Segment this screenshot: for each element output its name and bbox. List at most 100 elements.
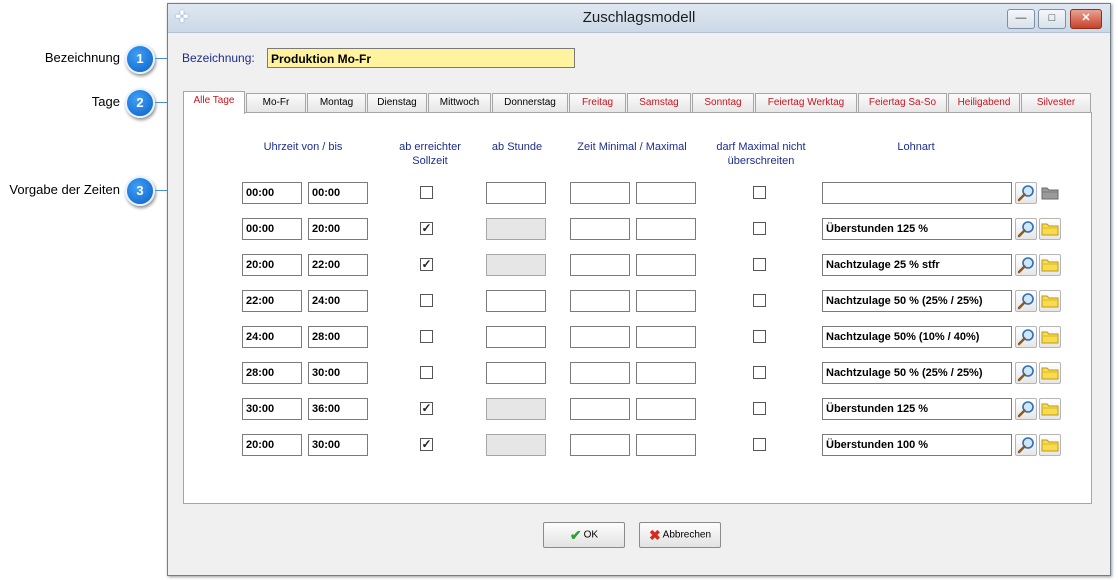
von-input[interactable]: 00:00 <box>242 218 302 240</box>
sollzeit-checkbox[interactable] <box>420 294 433 307</box>
lohnart-folder-button[interactable] <box>1039 362 1061 384</box>
tab-mittwoch[interactable]: Mittwoch <box>428 93 491 112</box>
lohnart-search-button[interactable] <box>1015 254 1037 276</box>
cancel-button[interactable]: ✖ Abbrechen <box>639 522 721 548</box>
von-input[interactable]: 22:00 <box>242 290 302 312</box>
tab-sonntag[interactable]: Sonntag <box>692 93 754 112</box>
lohnart-search-button[interactable] <box>1015 218 1037 240</box>
von-input[interactable]: 30:00 <box>242 398 302 420</box>
von-input[interactable]: 00:00 <box>242 182 302 204</box>
zeit-minimal-input[interactable] <box>570 182 630 204</box>
lohnart-field[interactable]: Überstunden 125 % <box>822 398 1012 420</box>
tab-silvester[interactable]: Silvester <box>1021 93 1091 112</box>
bis-input[interactable]: 36:00 <box>308 398 368 420</box>
ab-stunde-input[interactable] <box>486 182 546 204</box>
tab-heiligabend[interactable]: Heiligabend <box>948 93 1020 112</box>
von-input[interactable]: 24:00 <box>242 326 302 348</box>
zeit-minimal-input[interactable] <box>570 362 630 384</box>
von-input[interactable]: 28:00 <box>242 362 302 384</box>
nicht-ueberschreiten-checkbox[interactable] <box>753 222 766 235</box>
bis-input[interactable]: 28:00 <box>308 326 368 348</box>
lohnart-folder-button[interactable] <box>1039 398 1061 420</box>
von-input[interactable]: 20:00 <box>242 434 302 456</box>
tab-freitag[interactable]: Freitag <box>569 93 626 112</box>
nicht-ueberschreiten-checkbox[interactable] <box>753 330 766 343</box>
ok-button[interactable]: ✔ OK <box>543 522 625 548</box>
lohnart-folder-button[interactable] <box>1039 218 1061 240</box>
ab-stunde-input[interactable] <box>486 326 546 348</box>
bis-input[interactable]: 24:00 <box>308 290 368 312</box>
zeit-maximal-input[interactable] <box>636 362 696 384</box>
tab-feiertag-sa-so[interactable]: Feiertag Sa-So <box>858 93 947 112</box>
title-bar[interactable]: ✜ Zuschlagsmodell — □ ✕ <box>168 4 1110 33</box>
lohnart-search-button[interactable] <box>1015 398 1037 420</box>
zeit-minimal-input[interactable] <box>570 326 630 348</box>
nicht-ueberschreiten-checkbox[interactable] <box>753 438 766 451</box>
zeit-minimal-input[interactable] <box>570 434 630 456</box>
lohnart-search-button[interactable] <box>1015 290 1037 312</box>
lohnart-field[interactable]: Nachtzulage 50 % (25% / 25%) <box>822 362 1012 384</box>
ab-stunde-input[interactable] <box>486 398 546 420</box>
tab-dienstag[interactable]: Dienstag <box>367 93 427 112</box>
bis-input[interactable]: 22:00 <box>308 254 368 276</box>
lohnart-field[interactable] <box>822 182 1012 204</box>
bis-input[interactable]: 00:00 <box>308 182 368 204</box>
zeit-maximal-input[interactable] <box>636 398 696 420</box>
sollzeit-checkbox[interactable] <box>420 366 433 379</box>
zeit-minimal-input[interactable] <box>570 398 630 420</box>
lohnart-search-button[interactable] <box>1015 362 1037 384</box>
tab-samstag[interactable]: Samstag <box>627 93 691 112</box>
sollzeit-checkbox[interactable]: ✓ <box>420 402 433 415</box>
zeit-maximal-input[interactable] <box>636 326 696 348</box>
ab-stunde-input[interactable] <box>486 290 546 312</box>
tab-donnerstag[interactable]: Donnerstag <box>492 93 568 112</box>
lohnart-folder-button[interactable] <box>1039 182 1061 204</box>
lohnart-field[interactable]: Nachtzulage 25 % stfr <box>822 254 1012 276</box>
lohnart-field[interactable]: Nachtzulage 50% (10% / 40%) <box>822 326 1012 348</box>
bis-input[interactable]: 30:00 <box>308 434 368 456</box>
lohnart-folder-button[interactable] <box>1039 326 1061 348</box>
zeit-maximal-input[interactable] <box>636 254 696 276</box>
ab-stunde-input[interactable] <box>486 434 546 456</box>
zeit-maximal-input[interactable] <box>636 218 696 240</box>
sollzeit-checkbox[interactable] <box>420 186 433 199</box>
bezeichnung-input[interactable]: Produktion Mo-Fr <box>267 48 575 68</box>
nicht-ueberschreiten-checkbox[interactable] <box>753 366 766 379</box>
bis-input[interactable]: 30:00 <box>308 362 368 384</box>
sollzeit-checkbox[interactable]: ✓ <box>420 258 433 271</box>
lohnart-search-button[interactable] <box>1015 182 1037 204</box>
maximize-button[interactable]: □ <box>1038 9 1066 29</box>
nicht-ueberschreiten-checkbox[interactable] <box>753 294 766 307</box>
nicht-ueberschreiten-checkbox[interactable] <box>753 186 766 199</box>
lohnart-search-button[interactable] <box>1015 434 1037 456</box>
tab-alle-tage[interactable]: Alle Tage <box>183 91 245 114</box>
ab-stunde-input[interactable] <box>486 218 546 240</box>
nicht-ueberschreiten-checkbox[interactable] <box>753 258 766 271</box>
lohnart-folder-button[interactable] <box>1039 254 1061 276</box>
zeit-maximal-input[interactable] <box>636 434 696 456</box>
ab-stunde-input[interactable] <box>486 254 546 276</box>
lohnart-search-button[interactable] <box>1015 326 1037 348</box>
lohnart-field[interactable]: Nachtzulage 50 % (25% / 25%) <box>822 290 1012 312</box>
sollzeit-checkbox[interactable] <box>420 330 433 343</box>
sollzeit-checkbox[interactable]: ✓ <box>420 222 433 235</box>
nicht-ueberschreiten-checkbox[interactable] <box>753 402 766 415</box>
sollzeit-checkbox[interactable]: ✓ <box>420 438 433 451</box>
lohnart-folder-button[interactable] <box>1039 434 1061 456</box>
tab-mo-fr[interactable]: Mo-Fr <box>246 93 306 112</box>
minimize-button[interactable]: — <box>1007 9 1035 29</box>
zeit-maximal-input[interactable] <box>636 182 696 204</box>
ab-stunde-input[interactable] <box>486 362 546 384</box>
bis-input[interactable]: 20:00 <box>308 218 368 240</box>
zeit-minimal-input[interactable] <box>570 254 630 276</box>
zeit-minimal-input[interactable] <box>570 218 630 240</box>
zeit-maximal-input[interactable] <box>636 290 696 312</box>
close-button[interactable]: ✕ <box>1070 9 1102 29</box>
lohnart-folder-button[interactable] <box>1039 290 1061 312</box>
tab-montag[interactable]: Montag <box>307 93 366 112</box>
lohnart-field[interactable]: Überstunden 125 % <box>822 218 1012 240</box>
tab-feiertag-werktag[interactable]: Feiertag Werktag <box>755 93 857 112</box>
zeit-minimal-input[interactable] <box>570 290 630 312</box>
lohnart-field[interactable]: Überstunden 100 % <box>822 434 1012 456</box>
von-input[interactable]: 20:00 <box>242 254 302 276</box>
